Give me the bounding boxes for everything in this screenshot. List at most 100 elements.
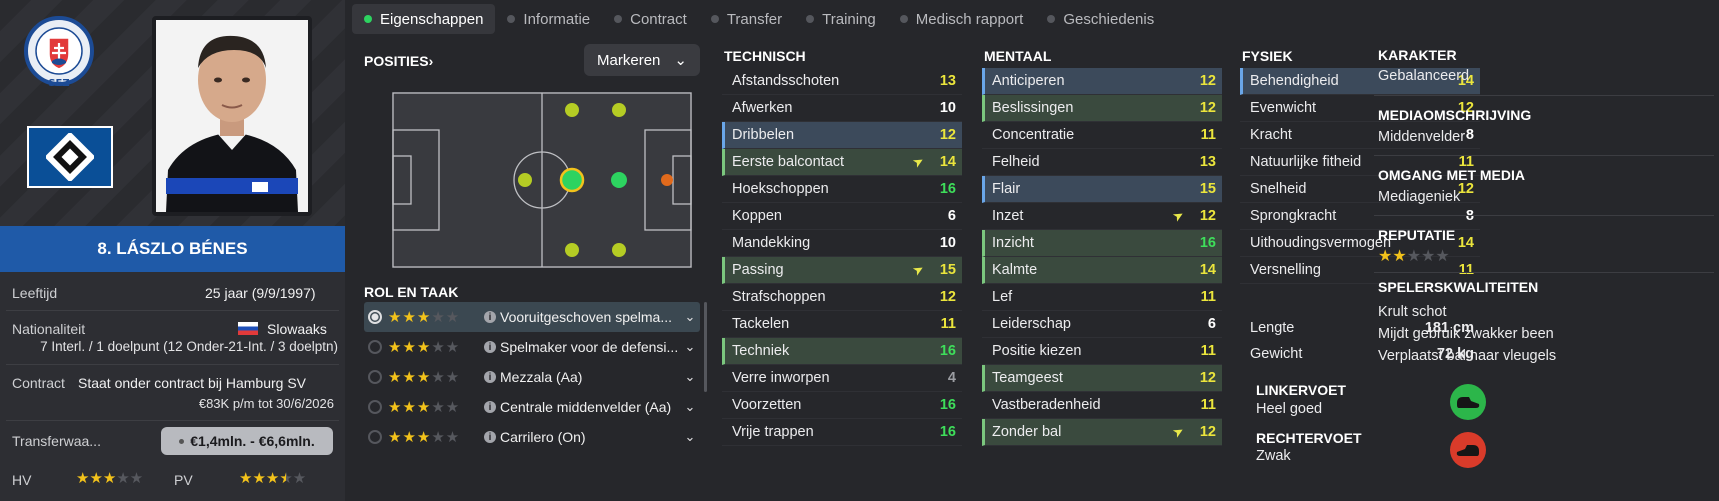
attribute-row[interactable]: Koppen 6	[722, 203, 962, 230]
info-icon[interactable]: i	[484, 341, 496, 353]
chevron-down-icon[interactable]: ⌄	[680, 339, 700, 355]
positions-title[interactable]: POSITIES›	[364, 53, 433, 69]
contract-value[interactable]: Staat onder contract bij Hamburg SV	[78, 375, 306, 391]
divider	[1374, 215, 1714, 216]
chevron-down-icon[interactable]: ⌄	[680, 399, 700, 415]
tab-bar: Eigenschappen Informatie Contract Transf…	[352, 4, 1719, 34]
radio-icon[interactable]	[368, 430, 382, 444]
attribute-value: 12	[939, 127, 956, 143]
transfer-label: Transferwaa...	[12, 433, 101, 449]
kwaliteit-item: Mijdt gebruik zwakker been	[1378, 326, 1554, 342]
slovakia-flag-icon	[238, 322, 258, 335]
chevron-down-icon[interactable]: ⌄	[680, 309, 700, 325]
info-icon[interactable]: i	[484, 371, 496, 383]
attribute-value: 16	[939, 397, 956, 413]
attribute-name: Dribbelen	[732, 127, 795, 143]
markeren-dropdown[interactable]: Markeren ⌄	[584, 44, 700, 76]
attribute-row[interactable]: Strafschoppen 12	[722, 284, 962, 311]
attribute-value: 8	[1465, 127, 1474, 143]
role-row[interactable]: ★★★★★ i Spelmaker voor de defensi... ⌄	[364, 332, 700, 362]
attribute-row[interactable]: Sprongkracht 8	[1240, 203, 1480, 230]
attribute-row[interactable]: Concentratie 11	[982, 122, 1222, 149]
attribute-name: Natuurlijke fitheid	[1250, 154, 1362, 170]
progress-arrow-icon: ➤	[909, 260, 927, 279]
attribute-name: Kalmte	[992, 262, 1038, 278]
pv-label: PV	[174, 472, 193, 488]
attribute-row[interactable]: Inzet ➤ 12	[982, 203, 1222, 230]
role-stars: ★★★★★	[388, 429, 461, 446]
attribute-value: 4	[947, 370, 956, 386]
tab-dot-icon	[507, 15, 516, 23]
attribute-row[interactable]: Passing ➤ 15	[722, 257, 962, 284]
attribute-row[interactable]: Afwerken 10	[722, 95, 962, 122]
attribute-row[interactable]: Techniek 16	[722, 338, 962, 365]
attribute-value: 15	[939, 262, 956, 278]
right-boot-icon	[1450, 432, 1486, 468]
attribute-row[interactable]: Felheid 13	[982, 149, 1222, 176]
attribute-row[interactable]: Beslissingen 12	[982, 95, 1222, 122]
attribute-row[interactable]: Inzicht 16	[982, 230, 1222, 257]
role-name: Carrilero (On)	[500, 429, 586, 445]
progress-arrow-icon: ➤	[909, 152, 927, 171]
radio-icon[interactable]	[368, 340, 382, 354]
attribute-row[interactable]: Kalmte 14	[982, 257, 1222, 284]
attribute-row[interactable]: Positie kiezen 11	[982, 338, 1222, 365]
attribute-row[interactable]: Hoekschoppen 16	[722, 176, 962, 203]
radio-icon[interactable]	[368, 310, 382, 324]
info-icon[interactable]: i	[484, 311, 496, 323]
attribute-name: Evenwicht	[1250, 100, 1317, 116]
attribute-row[interactable]: Vastberadenheid 11	[982, 392, 1222, 419]
attribute-value: 14	[939, 154, 956, 170]
tab-label: Informatie	[523, 10, 591, 28]
attribute-name: Eerste balcontact	[732, 154, 845, 170]
attribute-row[interactable]: Afstandsschoten 13	[722, 68, 962, 95]
tab-geschiedenis[interactable]: Geschiedenis	[1035, 4, 1166, 34]
attribute-value: 12	[939, 289, 956, 305]
tab-informatie[interactable]: Informatie	[495, 4, 602, 34]
role-name: Spelmaker voor de defensi...	[500, 339, 679, 355]
tab-eigenschappen[interactable]: Eigenschappen	[352, 4, 496, 34]
role-row[interactable]: ★★★★★ i Carrilero (On) ⌄	[364, 422, 700, 452]
attribute-row[interactable]: Teamgeest 12	[982, 365, 1222, 392]
attribute-row[interactable]: Mandekking 10	[722, 230, 962, 257]
role-row[interactable]: ★★★★★ i Vooruitgeschoven spelma... ⌄	[364, 302, 700, 332]
rechtervoet-value: Zwak	[1256, 448, 1291, 464]
attribute-name: Versnelling	[1250, 262, 1321, 278]
attribute-row[interactable]: Dribbelen 12	[722, 122, 962, 149]
role-row[interactable]: ★★★★★ i Mezzala (Aa) ⌄	[364, 362, 700, 392]
attribute-name: Passing	[732, 262, 784, 278]
tab-transfer[interactable]: Transfer	[699, 4, 794, 34]
radio-icon[interactable]	[368, 370, 382, 384]
mentaal-list: Anticiperen 12 Beslissingen 12 Concentratie 1…	[982, 68, 1222, 446]
player-name: 8. LÁSZLO BÉNES	[0, 226, 345, 272]
attribute-name: Behendigheid	[1250, 73, 1339, 89]
player-profile-panel: SFZ 8. LÁSZLO BÉNES Leeftijd 25 jaar (9/…	[0, 0, 345, 501]
attribute-row[interactable]: Flair 15	[982, 176, 1222, 203]
transfer-value-pill[interactable]: €1,4mln. - €6,6mln.	[161, 427, 333, 455]
attribute-row[interactable]: Eerste balcontact ➤ 14	[722, 149, 962, 176]
attribute-row[interactable]: Tackelen 11	[722, 311, 962, 338]
role-row[interactable]: ★★★★★ i Centrale middenvelder (Aa) ⌄	[364, 392, 700, 422]
attribute-row[interactable]: Anticiperen 12	[982, 68, 1222, 95]
attribute-row[interactable]: Lef 11	[982, 284, 1222, 311]
attribute-value: 16	[939, 343, 956, 359]
tab-medisch-rapport[interactable]: Medisch rapport	[888, 4, 1036, 34]
attribute-row[interactable]: Vrije trappen 16	[722, 419, 962, 446]
reputatie-stars: ★★★★★	[1378, 248, 1450, 265]
radio-icon[interactable]	[368, 400, 382, 414]
nationality-value[interactable]: Slowaaks	[267, 321, 327, 337]
attribute-name: Positie kiezen	[992, 343, 1082, 359]
tab-dot-icon	[364, 15, 372, 23]
info-icon[interactable]: i	[484, 431, 496, 443]
attribute-value: 14	[1457, 235, 1474, 251]
attribute-row[interactable]: Zonder bal ➤ 12	[982, 419, 1222, 446]
chevron-down-icon[interactable]: ⌄	[680, 429, 700, 445]
tab-training[interactable]: Training	[794, 4, 888, 34]
chevron-down-icon[interactable]: ⌄	[680, 369, 700, 385]
attribute-row[interactable]: Verre inworpen 4	[722, 365, 962, 392]
info-icon[interactable]: i	[484, 401, 496, 413]
roles-scrollbar[interactable]	[704, 302, 707, 392]
tab-contract[interactable]: Contract	[602, 4, 699, 34]
attribute-row[interactable]: Leiderschap 6	[982, 311, 1222, 338]
attribute-row[interactable]: Voorzetten 16	[722, 392, 962, 419]
